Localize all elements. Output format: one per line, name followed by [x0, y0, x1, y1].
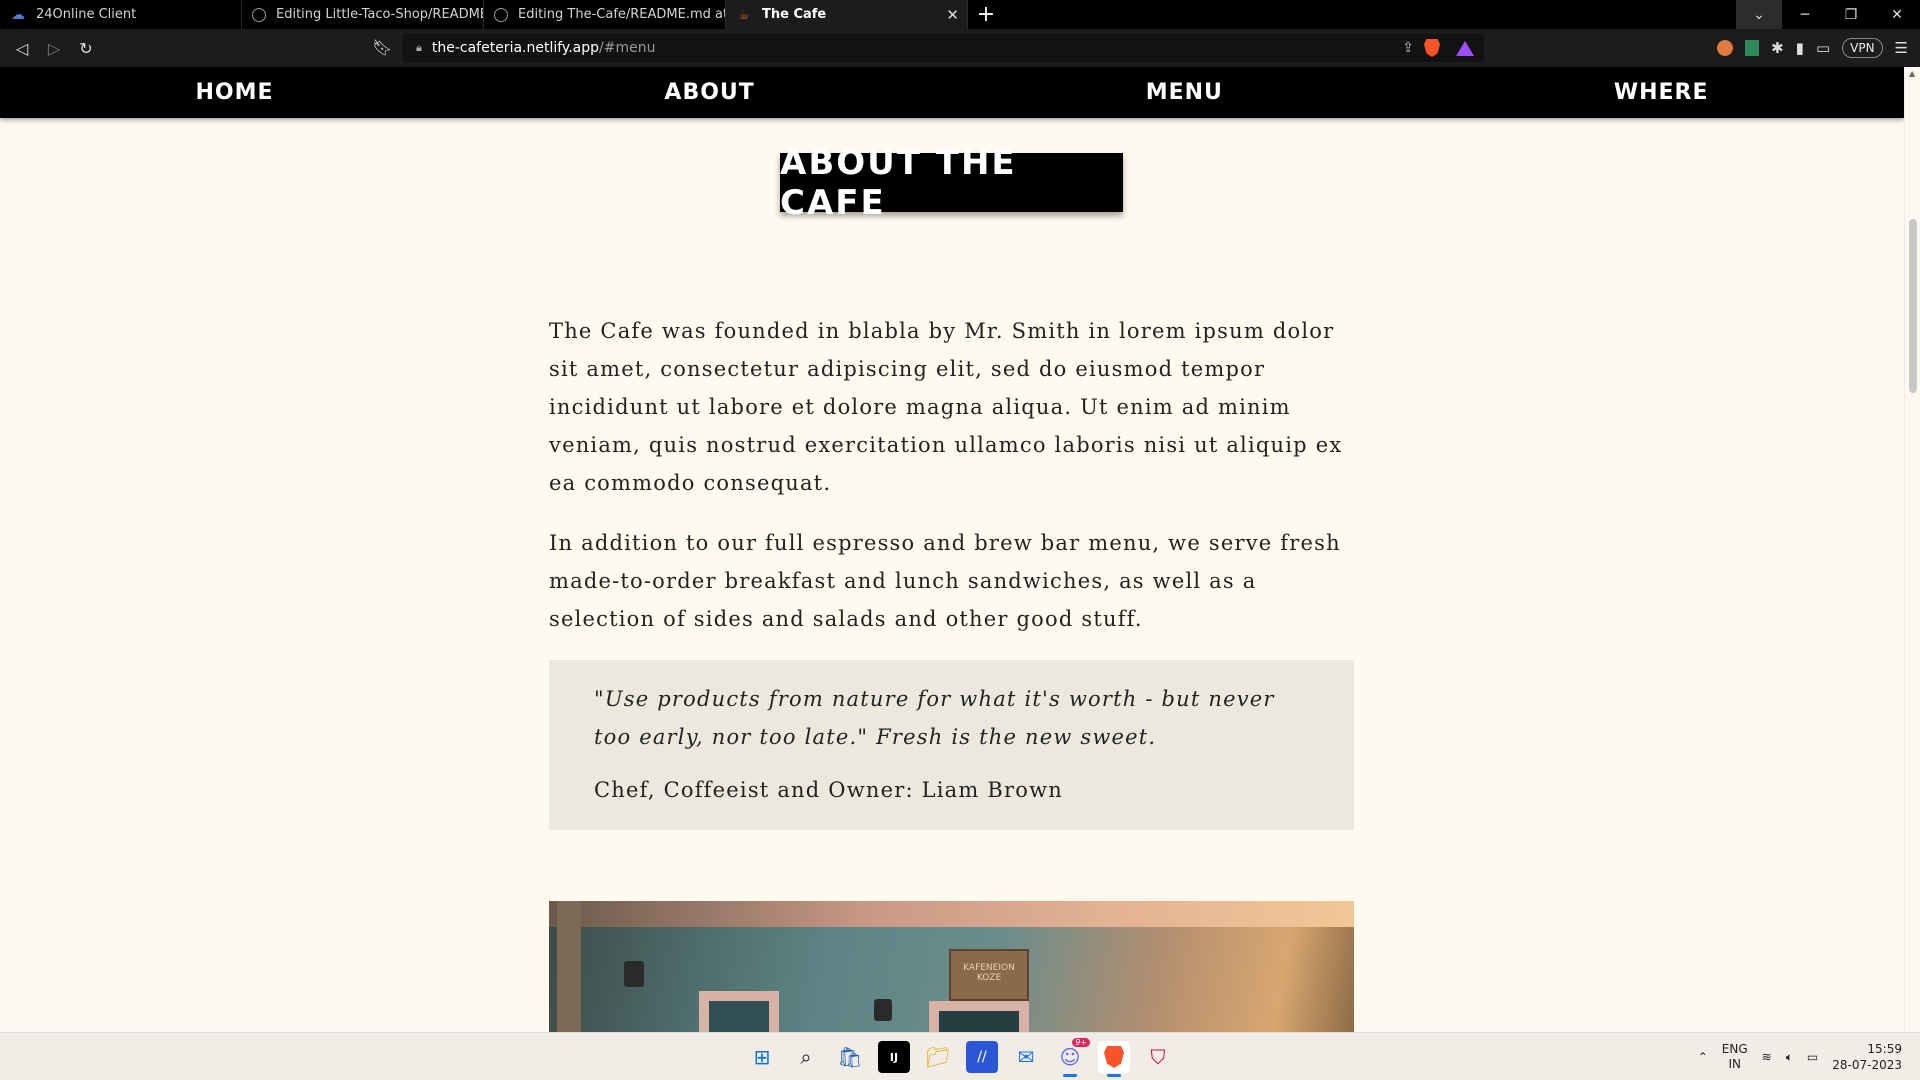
tab-title: Editing The-Cafe/README.md at main — [518, 7, 725, 22]
intellij-icon[interactable]: IJ — [878, 1041, 910, 1073]
windows-taskbar: ⊞ ⌕ 🛍︎ IJ 📁︎ // ✉ ☺ 9+ ⛉ ⌃ ENG IN ≋ 🔈︎ ▭ … — [0, 1032, 1920, 1080]
lamp-icon — [874, 999, 892, 1021]
windows-start-icon[interactable]: ⊞ — [746, 1041, 778, 1073]
extensions-area: ✱ ▮ ▭ VPN ☰ — [1717, 29, 1920, 67]
wallet-icon[interactable]: ▭ — [1816, 39, 1830, 57]
lamp-icon — [624, 961, 644, 987]
tab-title: Editing Little-Taco-Shop/README.md — [276, 7, 483, 22]
github-icon — [494, 7, 508, 22]
discord-icon[interactable]: ☺ 9+ — [1054, 1038, 1090, 1077]
puzzle-icon[interactable]: ✱ — [1771, 39, 1784, 57]
cafe-sign: KAFENEION KOZE — [949, 949, 1029, 1001]
close-tab-icon[interactable]: ✕ — [946, 6, 959, 24]
system-tray: ⌃ ENG IN ≋ 🔈︎ ▭ 15:59 28-07-2023 — [1698, 1033, 1902, 1080]
tab-search-icon[interactable]: ⌄ — [1736, 0, 1782, 29]
cafe-photo: KAFENEION KOZE — [549, 901, 1354, 1032]
chef-quote: "Use products from nature for what it's … — [549, 660, 1354, 830]
minimize-icon[interactable]: ─ — [1782, 0, 1828, 29]
tab-the-cafe[interactable]: ☕ The Cafe ✕ — [726, 0, 968, 29]
close-window-icon[interactable]: ✕ — [1874, 0, 1920, 29]
battery-icon[interactable]: ▭ — [1807, 1050, 1818, 1064]
sheets-extension-icon[interactable] — [1745, 40, 1760, 56]
cloud-icon: ☁ — [11, 6, 25, 23]
brave-rewards-icon[interactable] — [1456, 40, 1474, 56]
tab-little-taco-readme[interactable]: Editing Little-Taco-Shop/README.md — [242, 0, 484, 29]
page-scrollbar[interactable]: ▲ — [1904, 67, 1920, 1032]
mail-icon[interactable]: ✉ — [1010, 1041, 1042, 1073]
vpn-button[interactable]: VPN — [1842, 38, 1883, 58]
cafe-icon: ☕ — [738, 7, 750, 22]
taskbar-apps: ⊞ ⌕ 🛍︎ IJ 📁︎ // ✉ ☺ 9+ ⛉ — [746, 1038, 1174, 1077]
search-icon[interactable]: ⌕ — [790, 1041, 822, 1073]
wifi-icon[interactable]: ≋ — [1762, 1050, 1772, 1064]
lock-icon: 🔒︎ — [416, 41, 422, 54]
forward-icon[interactable]: ▷ — [38, 29, 70, 67]
nav-about-link[interactable]: ABOUT — [664, 80, 754, 105]
about-paragraph: The Cafe was founded in blabla by Mr. Sm… — [549, 319, 1343, 495]
extension-icon[interactable] — [1717, 40, 1734, 56]
bookmark-icon[interactable]: 🔖︎ — [372, 38, 392, 57]
brave-shields-icon[interactable] — [1424, 39, 1440, 57]
scrollbar-thumb[interactable] — [1909, 219, 1917, 393]
github-icon — [252, 7, 266, 22]
volume-icon[interactable]: 🔈︎ — [1786, 1050, 1793, 1065]
url-host: the-cafeteria.netlify.app — [431, 40, 600, 56]
address-toolbar: ◁ ▷ ↻ 🔖︎ 🔒︎ the-cafeteria.netlify.app /#… — [0, 29, 1920, 67]
brave-browser-icon[interactable] — [1098, 1041, 1130, 1077]
menu-icon[interactable]: ☰ — [1895, 39, 1908, 57]
file-explorer-icon[interactable]: 📁︎ — [922, 1041, 954, 1073]
window-controls: ⌄ ─ ❐ ✕ — [1736, 0, 1920, 29]
quote-text: "Use products from nature for what it's … — [594, 687, 1275, 749]
store-icon[interactable]: 🛍︎ — [834, 1041, 866, 1073]
nav-home-link[interactable]: HOME — [195, 80, 273, 105]
new-tab-button[interactable]: + — [968, 0, 1004, 29]
sidebar-icon[interactable]: ▮ — [1796, 39, 1804, 57]
mcafee-icon[interactable]: ⛉ — [1142, 1041, 1174, 1073]
restore-icon[interactable]: ❐ — [1828, 0, 1874, 29]
language-indicator[interactable]: ENG IN — [1722, 1042, 1748, 1072]
nav-menu-link[interactable]: MENU — [1146, 80, 1223, 105]
url-path: /#menu — [599, 40, 656, 56]
about-content: The Cafe was founded in blabla by Mr. Sm… — [549, 312, 1354, 660]
page-viewport: HOME ABOUT MENU WHERE ABOUT THE CAFE The… — [0, 67, 1904, 1032]
tab-the-cafe-readme[interactable]: Editing The-Cafe/README.md at main — [484, 0, 726, 29]
chevron-up-icon[interactable]: ⌃ — [1698, 1050, 1708, 1064]
tab-24online[interactable]: ☁ 24Online Client — [0, 0, 242, 29]
clock[interactable]: 15:59 28-07-2023 — [1832, 1041, 1902, 1073]
share-icon[interactable]: ⇪ — [1402, 40, 1414, 56]
url-bar[interactable]: 🔒︎ the-cafeteria.netlify.app /#menu ⇪ — [402, 34, 1484, 62]
browser-tab-bar: ☁ 24Online Client Editing Little-Taco-Sh… — [0, 0, 1920, 29]
about-paragraph: In addition to our full espresso and bre… — [549, 531, 1341, 631]
section-title: ABOUT THE CAFE — [780, 143, 1123, 223]
back-icon[interactable]: ◁ — [6, 29, 38, 67]
clock-date: 28-07-2023 — [1832, 1058, 1902, 1072]
tab-title: 24Online Client — [36, 7, 137, 22]
reload-icon[interactable]: ↻ — [70, 29, 102, 67]
visual-studio-icon[interactable]: // — [966, 1041, 998, 1073]
scroll-up-icon[interactable]: ▲ — [1909, 69, 1915, 78]
discord-badge: 9+ — [1072, 1038, 1090, 1047]
tab-title: The Cafe — [762, 7, 827, 22]
quote-author: Chef, Coffeeist and Owner: Liam Brown — [594, 778, 1063, 802]
site-navbar: HOME ABOUT MENU WHERE — [0, 67, 1904, 118]
nav-where-link[interactable]: WHERE — [1614, 80, 1709, 105]
clock-time: 15:59 — [1867, 1042, 1902, 1056]
